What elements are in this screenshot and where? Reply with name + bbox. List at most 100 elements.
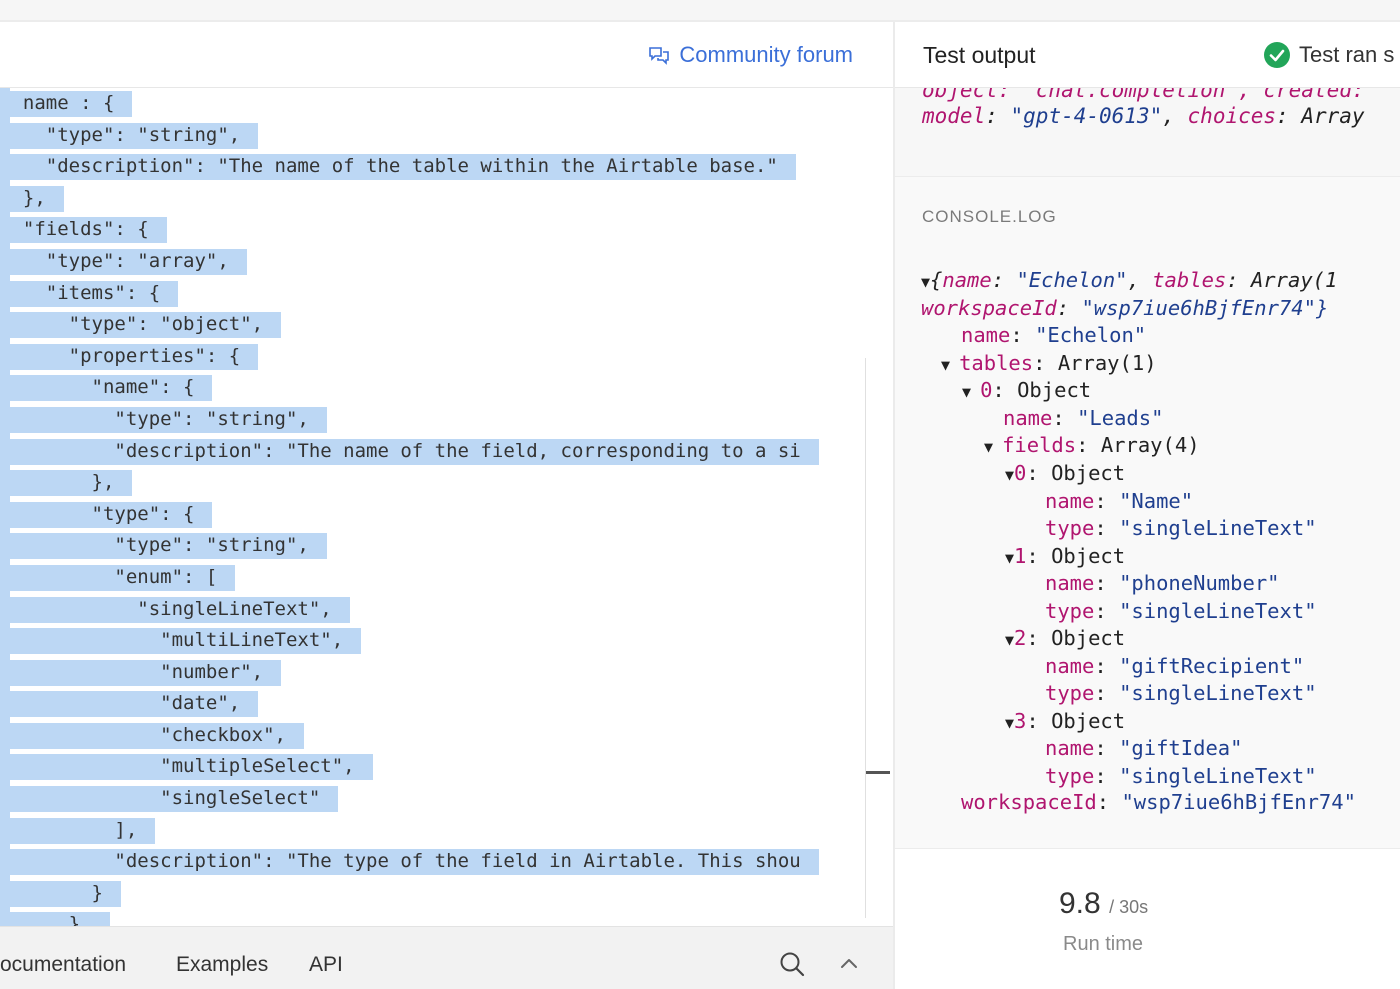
console-root-summary[interactable]: ▼{name: "Echelon", tables: Array(1 xyxy=(921,266,1337,296)
run-time-seconds: 9.8 xyxy=(1059,887,1101,920)
code-line[interactable]: "properties": { xyxy=(0,341,893,373)
code-text: }, xyxy=(0,186,46,209)
root-val-workspace: "wsp7iue6hBjfEnr74"} xyxy=(1081,296,1329,320)
console-field-object-row[interactable]: ▼3: Object xyxy=(1005,707,1125,737)
field-name-key: name xyxy=(1045,488,1095,513)
field-type-key: type xyxy=(1045,763,1095,788)
code-line[interactable]: "type": "string", xyxy=(0,530,893,562)
console-field-type-row: type: "singleLineText" xyxy=(1045,681,1317,705)
code-line[interactable]: "type": "array", xyxy=(0,246,893,278)
code-line[interactable]: "enum": [ xyxy=(0,562,893,594)
code-line[interactable]: } xyxy=(0,878,893,910)
chevron-up-icon[interactable] xyxy=(834,949,864,979)
code-text: name : { xyxy=(0,92,115,114)
field-type-val: "singleLineText" xyxy=(1119,598,1317,623)
console-fields-row[interactable]: ▼ fields: Array(4) xyxy=(984,431,1200,461)
code-text: "multiLineText", xyxy=(0,629,344,652)
output-key-model: model xyxy=(922,104,986,128)
table0-val: Object xyxy=(1017,378,1092,402)
code-line[interactable]: "number", xyxy=(0,657,893,689)
code-line[interactable]: "singleSelect" xyxy=(0,783,893,815)
code-line[interactable]: "date", xyxy=(0,688,893,720)
code-text: "type": "string", xyxy=(0,407,309,430)
console-field-type-row: type: "singleLineText" xyxy=(1045,598,1317,623)
console-field-object-row[interactable]: ▼1: Object xyxy=(1005,542,1125,572)
field-object-label: Object xyxy=(1051,461,1126,485)
code-text: "type": "string", xyxy=(0,123,241,146)
editor-scroll-track[interactable] xyxy=(865,358,866,918)
editor-scroll-thumb[interactable] xyxy=(866,771,890,774)
code-line[interactable]: "multipleSelect", xyxy=(0,751,893,783)
code-line[interactable]: "type": "string", xyxy=(0,120,893,152)
code-line[interactable]: name : { xyxy=(0,88,893,120)
field-index: 0 xyxy=(1014,461,1027,485)
run-time-label: Run time xyxy=(1063,933,1144,955)
expand-triangle-icon: ▼ xyxy=(984,438,1003,456)
expand-triangle-icon: ▼ xyxy=(962,383,981,401)
code-line[interactable]: "type": { xyxy=(0,499,893,531)
forum-icon xyxy=(649,47,670,65)
field-index: 1 xyxy=(1014,543,1027,568)
code-line[interactable]: "description": "The type of the field in… xyxy=(0,846,893,878)
code-line[interactable]: "name": { xyxy=(0,372,893,404)
code-line[interactable]: }, xyxy=(0,909,893,926)
field-type-val: "singleLineText" xyxy=(1119,516,1317,540)
field-name-val: "phoneNumber" xyxy=(1119,571,1280,595)
name-key: name xyxy=(961,323,1011,347)
code-lines: name : { "type": "string", "description"… xyxy=(0,88,893,926)
console-tables-row[interactable]: ▼ tables: Array(1) xyxy=(941,349,1157,379)
console-table0-row[interactable]: ▼ 0: Object xyxy=(962,376,1091,406)
code-text: "singleSelect" xyxy=(0,787,321,810)
code-text: "items": { xyxy=(0,281,161,304)
code-line[interactable]: "fields": { xyxy=(0,214,893,246)
field-type-key: type xyxy=(1045,516,1095,540)
output-line-object: object: "chat.completion", created: xyxy=(922,88,1365,102)
code-line[interactable]: }, xyxy=(0,183,893,215)
code-line[interactable]: "type": "object", xyxy=(0,309,893,341)
code-line[interactable]: }, xyxy=(0,467,893,499)
code-text: "description": "The name of the table wi… xyxy=(0,155,778,178)
code-text: "type": "string", xyxy=(0,534,309,557)
expand-triangle-icon: ▼ xyxy=(921,273,931,291)
code-line[interactable]: "multiLineText", xyxy=(0,625,893,657)
test-status: Test ran s xyxy=(1263,41,1394,69)
tables-val: Array(1) xyxy=(1057,351,1157,375)
window-top-strip xyxy=(0,0,1400,22)
console-root-summary-cont: workspaceId: "wsp7iue6hBjfEnr74"} xyxy=(921,296,1329,320)
console-field-object-row[interactable]: ▼0: Object xyxy=(1005,459,1125,489)
tab-api[interactable]: API xyxy=(309,953,343,977)
code-line[interactable]: "type": "string", xyxy=(0,404,893,436)
console-field-object-row[interactable]: ▼2: Object xyxy=(1005,624,1125,654)
table0-name-key: name xyxy=(1003,406,1053,430)
completion-output: object: "chat.completion", created: mode… xyxy=(895,88,1400,176)
tab-documentation[interactable]: ocumentation xyxy=(0,953,126,977)
code-line[interactable]: "description": "The name of the table wi… xyxy=(0,151,893,183)
root-val-name: "Echelon" xyxy=(1016,268,1128,292)
search-icon[interactable] xyxy=(777,949,807,979)
code-line[interactable]: "items": { xyxy=(0,278,893,310)
expand-triangle-icon: ▼ xyxy=(1005,713,1015,732)
code-line[interactable]: "description": "The name of the field, c… xyxy=(0,436,893,468)
field-type-key: type xyxy=(1045,681,1095,705)
test-output-title: Test output xyxy=(923,42,1036,68)
code-line[interactable]: "checkbox", xyxy=(0,720,893,752)
run-time-value: 9.8 / 30s xyxy=(1059,887,1148,921)
code-editor[interactable]: name : { "type": "string", "description"… xyxy=(0,88,893,926)
run-time-panel: 9.8 / 30s Run time xyxy=(895,848,1400,989)
code-text: }, xyxy=(0,913,92,926)
code-text: "checkbox", xyxy=(0,723,286,746)
code-line[interactable]: "singleLineText", xyxy=(0,594,893,626)
code-text: "type": "object", xyxy=(0,313,264,336)
code-text: "type": { xyxy=(0,502,195,525)
tab-examples[interactable]: Examples xyxy=(176,953,268,977)
code-line[interactable]: ], xyxy=(0,815,893,847)
field-index: 3 xyxy=(1014,708,1027,733)
community-forum-link[interactable]: Community forum xyxy=(647,42,853,68)
console-name-row: name: "Echelon" xyxy=(961,323,1147,347)
output-val-model: "gpt-4-0613" xyxy=(1010,104,1163,128)
code-text: "name": { xyxy=(0,376,195,399)
code-text: "properties": { xyxy=(0,344,241,367)
name-val: "Echelon" xyxy=(1035,323,1147,347)
field-object-label: Object xyxy=(1051,626,1126,650)
community-forum-label: Community forum xyxy=(679,42,853,67)
